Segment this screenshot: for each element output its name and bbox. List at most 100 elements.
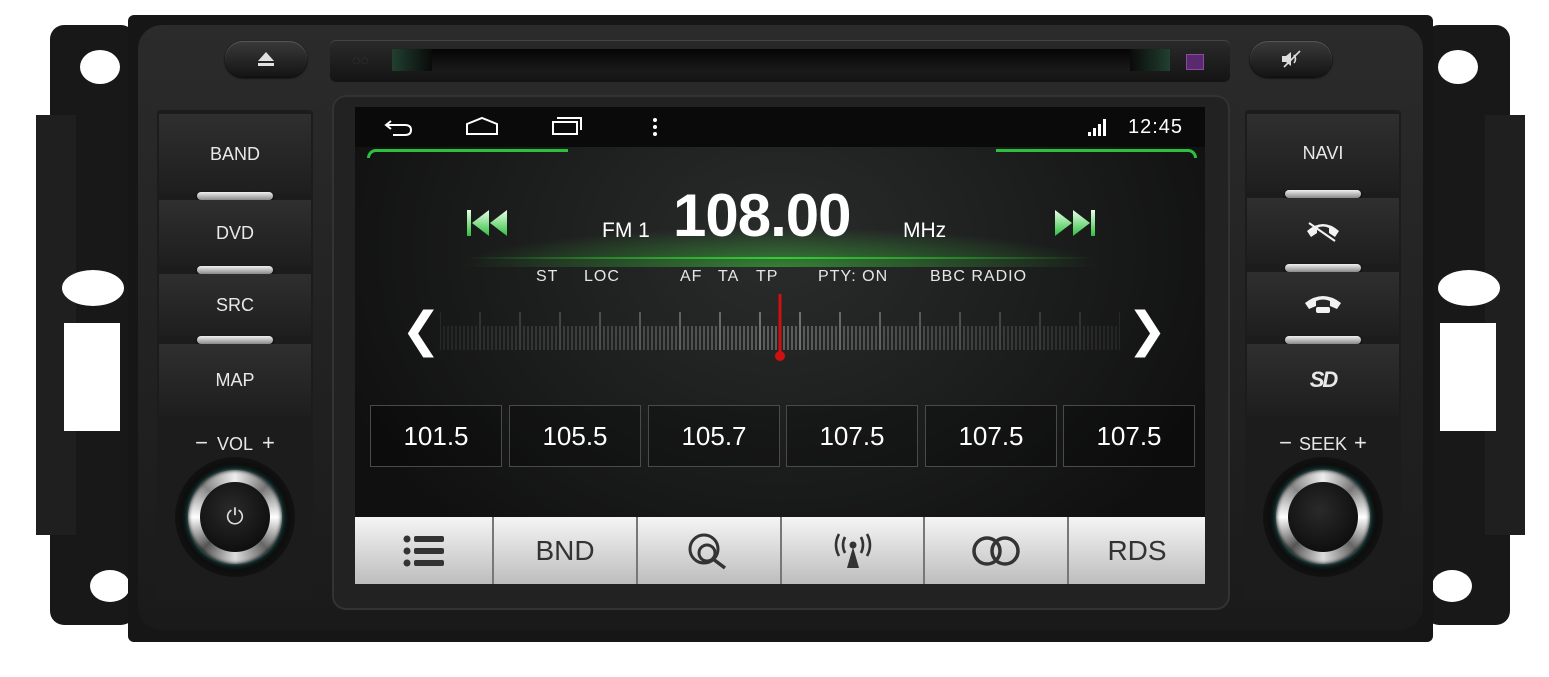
preset-button[interactable]: 107.5 xyxy=(925,405,1057,467)
eject-button[interactable] xyxy=(225,41,307,77)
right-tab-accent xyxy=(996,149,1197,158)
volume-text: VOL xyxy=(216,434,254,454)
mute-button[interactable] xyxy=(1250,41,1332,77)
recent-apps-icon[interactable] xyxy=(551,116,583,136)
hangup-button[interactable] xyxy=(1247,198,1399,264)
signal-icon xyxy=(1088,119,1106,136)
tuning-needle-tip xyxy=(775,351,785,361)
navi-label: NAVI xyxy=(1302,142,1344,163)
seek-text: SEEK xyxy=(1298,434,1348,454)
dvd-label: DVD xyxy=(215,222,254,243)
antenna-icon xyxy=(834,532,871,568)
preset-frequency: 107.5 xyxy=(1096,420,1162,451)
seek-minus: − xyxy=(1279,430,1292,455)
back-icon[interactable] xyxy=(383,117,415,137)
power-icon: ⏻ xyxy=(200,482,270,552)
dvd-button[interactable]: DVD xyxy=(159,200,311,266)
preset-button[interactable]: 107.5 xyxy=(786,405,918,467)
frequency-unit: MHz xyxy=(903,219,947,242)
preset-frequency: 107.5 xyxy=(819,420,885,451)
skip-next-icon[interactable] xyxy=(1051,208,1097,238)
rds-button[interactable]: RDS xyxy=(1069,517,1205,584)
left-control-panel: BAND DVD SRC MAP − VOL + ⏻ xyxy=(157,110,313,600)
seek-knob-center xyxy=(1288,482,1358,552)
sd-card-icon: SD xyxy=(1309,367,1339,392)
menu-icon[interactable] xyxy=(651,117,659,137)
loc-indicator: LOC xyxy=(584,268,620,285)
antenna-button[interactable] xyxy=(782,517,925,584)
map-label: MAP xyxy=(215,369,255,390)
bnd-button[interactable]: BND xyxy=(494,517,638,584)
af-indicator: AF xyxy=(680,268,703,285)
skip-previous-icon[interactable] xyxy=(465,208,511,238)
scan-button[interactable] xyxy=(638,517,782,584)
stereo-icon xyxy=(972,535,1020,566)
stereo-button[interactable] xyxy=(925,517,1069,584)
android-status-bar: 12:45 xyxy=(355,107,1205,147)
band-indicator: FM 1 xyxy=(602,219,650,242)
preset-frequency: 101.5 xyxy=(403,420,469,451)
seek-plus: + xyxy=(1354,430,1367,455)
disc-slot[interactable] xyxy=(392,49,1170,71)
st-indicator: ST xyxy=(536,268,559,285)
preset-button[interactable]: 107.5 xyxy=(1063,405,1195,467)
call-button[interactable] xyxy=(1247,272,1399,336)
home-icon[interactable] xyxy=(465,116,499,136)
tune-up-arrow-icon[interactable]: ❯ xyxy=(1127,302,1167,358)
ta-indicator: TA xyxy=(718,268,740,285)
tuning-dial[interactable] xyxy=(440,292,1120,362)
power-glyph: ⏻ xyxy=(226,504,244,529)
src-button[interactable]: SRC xyxy=(159,274,311,336)
mute-icon xyxy=(1282,50,1301,68)
bnd-label: BND xyxy=(535,534,595,566)
disc-indicator: ◌◌ xyxy=(352,52,369,68)
clock: 12:45 xyxy=(1128,116,1184,138)
band-label: BAND xyxy=(209,143,260,164)
band-button[interactable]: BAND xyxy=(159,114,311,194)
preset-button[interactable]: 105.5 xyxy=(509,405,641,467)
navi-button[interactable]: NAVI xyxy=(1247,114,1399,192)
mount-hole xyxy=(62,270,124,306)
volume-minus: − xyxy=(195,430,208,455)
preset-frequency: 107.5 xyxy=(958,420,1024,451)
seek-knob[interactable] xyxy=(1263,457,1383,577)
preset-frequency: 105.7 xyxy=(681,420,747,451)
mount-slot xyxy=(1440,323,1496,431)
preset-button[interactable]: 105.7 xyxy=(648,405,780,467)
mount-hole xyxy=(90,570,130,602)
frequency-display: 108.00 xyxy=(673,182,852,249)
mount-hole xyxy=(80,50,120,84)
seek-label: − SEEK + xyxy=(1245,430,1401,456)
pty-indicator: PTY: ON xyxy=(818,268,889,285)
volume-knob[interactable]: ⏻ xyxy=(175,457,295,577)
tune-down-arrow-icon[interactable]: ❮ xyxy=(401,302,441,358)
station-name: BBC RADIO xyxy=(930,268,1028,285)
sd-button[interactable]: SD xyxy=(1247,344,1399,416)
preset-button[interactable]: 101.5 xyxy=(370,405,502,467)
seek-knob-ring xyxy=(1276,470,1370,564)
button-divider xyxy=(197,266,273,274)
radio-screen: 12:45 FM 1 108.00 MHz ST LOC AF TA TP PT… xyxy=(355,107,1205,584)
right-control-panel: NAVI SD − SEEK + xyxy=(1245,110,1401,600)
mount-hole xyxy=(1438,270,1500,306)
button-divider xyxy=(1285,190,1361,198)
mount-hole xyxy=(1432,570,1472,602)
ir-sensor xyxy=(1186,54,1204,70)
mount-slot xyxy=(64,323,120,431)
button-divider xyxy=(1285,264,1361,272)
frequency-underline xyxy=(465,257,1095,259)
volume-knob-ring: ⏻ xyxy=(188,470,282,564)
list-button[interactable] xyxy=(355,517,494,584)
preset-frequency: 105.5 xyxy=(542,420,608,451)
src-label: SRC xyxy=(215,294,254,315)
mount-hole xyxy=(1438,50,1478,84)
map-button[interactable]: MAP xyxy=(159,344,311,416)
phone-icon xyxy=(1305,296,1341,313)
left-tab-accent xyxy=(367,149,568,158)
list-icon xyxy=(403,535,444,566)
phone-hangup-icon xyxy=(1307,222,1339,242)
tp-indicator: TP xyxy=(756,268,779,285)
disc-slot-panel: ◌◌ xyxy=(330,40,1230,82)
button-divider xyxy=(197,192,273,200)
eject-icon xyxy=(258,52,274,66)
